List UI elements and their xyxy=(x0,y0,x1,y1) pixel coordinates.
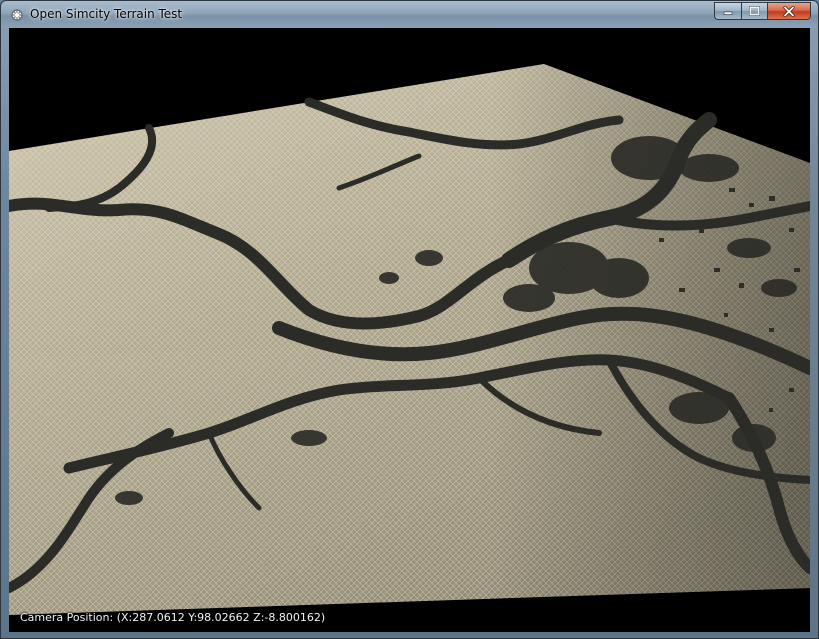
title-bar[interactable]: Open Simcity Terrain Test xyxy=(1,1,818,28)
close-button[interactable] xyxy=(767,2,811,20)
window-title: Open Simcity Terrain Test xyxy=(30,7,183,21)
app-icon[interactable] xyxy=(10,7,24,21)
maximize-icon xyxy=(749,6,760,16)
minimize-button[interactable] xyxy=(714,2,741,20)
close-icon xyxy=(783,5,795,17)
camera-position-readout: Camera Position: (X:287.0612 Y:98.02662 … xyxy=(20,611,326,624)
terrain-mesh[interactable] xyxy=(9,28,810,632)
minimize-icon xyxy=(723,11,733,15)
app-window: Open Simcity Terrain Test Camera Positio… xyxy=(0,0,819,639)
maximize-button[interactable] xyxy=(741,2,767,20)
caption-buttons xyxy=(714,2,811,21)
render-viewport[interactable]: Camera Position: (X:287.0612 Y:98.02662 … xyxy=(9,28,810,632)
